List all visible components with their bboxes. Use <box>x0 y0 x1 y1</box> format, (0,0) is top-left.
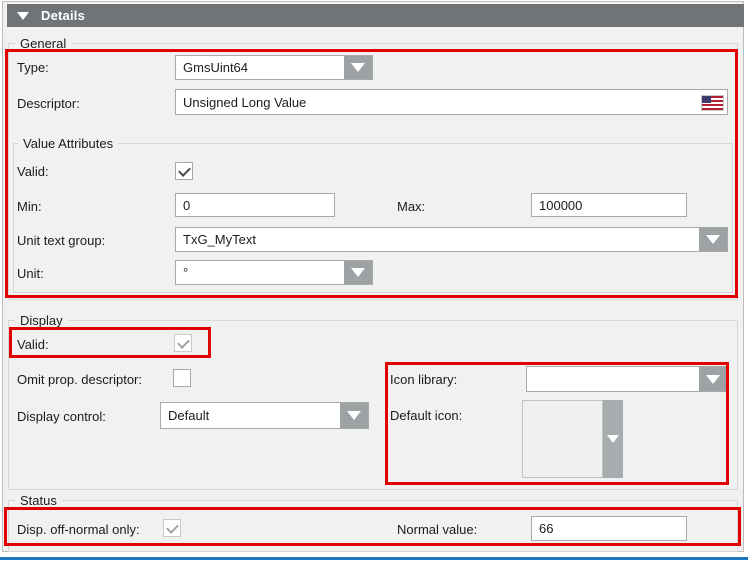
value-attributes-group-label: Value Attributes <box>18 136 118 151</box>
unit-text-group-dropdown-button[interactable] <box>699 228 727 251</box>
display-valid-checkbox[interactable] <box>174 334 192 352</box>
normal-value-field-value: 66 <box>539 521 553 536</box>
display-control-value: Default <box>161 403 340 428</box>
chevron-down-icon <box>347 411 361 420</box>
default-icon-label: Default icon: <box>390 408 462 423</box>
chevron-down-icon <box>706 235 720 244</box>
valid-label: Valid: <box>17 164 49 179</box>
icon-library-dropdown-button[interactable] <box>699 367 727 391</box>
default-icon-dropdown-button[interactable] <box>603 400 623 478</box>
descriptor-field[interactable]: Unsigned Long Value <box>175 89 728 115</box>
unit-dropdown[interactable]: ° <box>175 260 373 285</box>
descriptor-label: Descriptor: <box>17 96 80 111</box>
icon-library-label: Icon library: <box>390 372 457 387</box>
details-panel-screen: Details General Type: GmsUint64 Descript… <box>0 0 748 565</box>
chevron-down-icon <box>706 375 720 384</box>
unit-text-group-label: Unit text group: <box>17 233 105 248</box>
normal-value-label: Normal value: <box>397 522 477 537</box>
details-header-title: Details <box>41 8 85 23</box>
min-field-value: 0 <box>183 198 190 213</box>
min-field[interactable]: 0 <box>175 193 335 217</box>
type-dropdown-value: GmsUint64 <box>176 56 344 79</box>
normal-value-field[interactable]: 66 <box>531 516 687 541</box>
collapse-triangle-icon[interactable] <box>17 12 29 20</box>
valid-checkbox[interactable] <box>175 162 193 180</box>
max-field[interactable]: 100000 <box>531 193 687 217</box>
display-control-label: Display control: <box>17 409 106 424</box>
bottom-blue-separator <box>0 557 748 560</box>
icon-library-value <box>527 367 699 391</box>
disp-off-normal-only-checkbox[interactable] <box>163 519 181 537</box>
chevron-down-icon <box>351 63 365 72</box>
flag-canton <box>702 96 711 103</box>
min-label: Min: <box>17 199 42 214</box>
default-icon-preview <box>522 400 603 478</box>
max-field-value: 100000 <box>539 198 582 213</box>
display-control-dropdown[interactable]: Default <box>160 402 369 429</box>
icon-library-dropdown[interactable] <box>526 366 728 392</box>
unit-label: Unit: <box>17 266 44 281</box>
display-valid-label: Valid: <box>17 337 49 352</box>
omit-prop-descriptor-label: Omit prop. descriptor: <box>17 372 142 387</box>
value-attributes-groupbox <box>13 143 733 293</box>
display-groupbox <box>8 320 738 490</box>
max-label: Max: <box>397 199 425 214</box>
chevron-down-icon <box>607 435 619 443</box>
unit-text-group-value: TxG_MyText <box>176 228 699 251</box>
us-flag-icon[interactable] <box>701 95 724 111</box>
display-group-label: Display <box>15 313 68 328</box>
type-dropdown[interactable]: GmsUint64 <box>175 55 373 80</box>
unit-text-group-dropdown[interactable]: TxG_MyText <box>175 227 728 252</box>
status-group-label: Status <box>15 493 62 508</box>
type-label: Type: <box>17 60 49 75</box>
type-dropdown-button[interactable] <box>344 56 372 79</box>
chevron-down-icon <box>351 268 365 277</box>
disp-off-normal-only-label: Disp. off-normal only: <box>17 522 140 537</box>
unit-dropdown-button[interactable] <box>344 261 372 284</box>
details-header-bar[interactable]: Details <box>7 4 744 27</box>
default-icon-picker[interactable] <box>522 400 623 478</box>
unit-dropdown-value: ° <box>176 261 344 284</box>
descriptor-field-value: Unsigned Long Value <box>183 95 306 110</box>
omit-prop-descriptor-checkbox[interactable] <box>173 369 191 387</box>
general-group-label: General <box>15 36 71 51</box>
display-control-dropdown-button[interactable] <box>340 403 368 428</box>
